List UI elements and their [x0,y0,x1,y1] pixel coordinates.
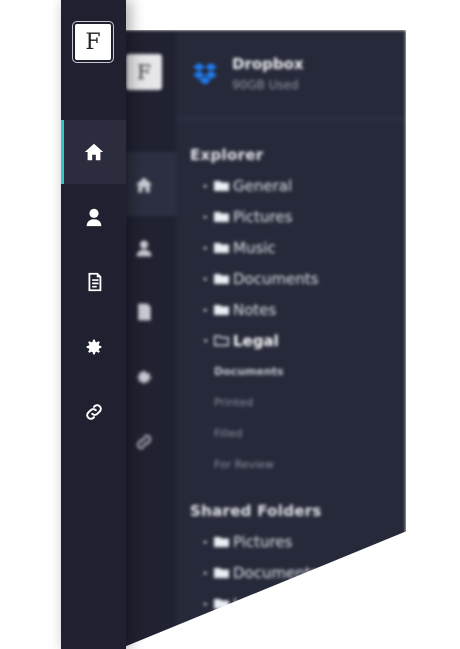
folder-icon [214,212,229,222]
open-folder-icon [214,335,229,346]
folder-item-music[interactable]: ▸ Music [190,232,406,263]
shared-folder-item-legal[interactable]: ▸ Le [190,588,406,619]
storage-header[interactable]: Dropbox 90GB Used [176,30,406,120]
folder-icon [214,305,229,315]
home-icon [84,143,103,161]
folder-icon [214,599,229,609]
folder-icon [214,243,229,253]
folder-label: Notes [233,300,277,319]
subfolder-item-for-review[interactable]: For Review [190,449,406,480]
caret-right-icon: ▸ [204,212,208,221]
folder-icon [214,537,229,547]
shared-folders-title: Shared Folders [190,502,322,520]
folder-label: Pictures [233,532,293,551]
folder-item-pictures[interactable]: ▸ Pictures [190,201,406,232]
link-icon[interactable] [130,428,158,456]
shared-folder-item-pictures[interactable]: ▸ Pictures [190,526,406,557]
rail-item-documents[interactable] [61,250,126,314]
storage-title: Dropbox [232,55,304,73]
subfolder-item-filled[interactable]: Filled [190,418,406,449]
folder-icon [214,274,229,284]
app-logo-letter: F [85,29,101,55]
back-logo: F [126,54,162,90]
folder-icon [214,568,229,578]
folder-label: Pictures [233,207,293,226]
icon-rail: F [61,0,126,649]
folder-label: Documents [233,563,319,582]
document-icon[interactable] [130,298,158,326]
document-icon [88,272,101,292]
explorer-title: Explorer [190,146,264,164]
gear-icon [86,339,101,355]
folder-label: Documents [233,269,319,288]
rail-item-home[interactable] [61,120,126,184]
folder-item-general[interactable]: ▸ General [190,170,406,201]
user-icon [86,208,101,227]
rail-item-settings[interactable] [61,315,126,379]
rail-item-links[interactable] [61,380,126,444]
user-icon[interactable] [130,234,158,262]
subfolder-item-documents[interactable]: Documents [190,356,406,387]
back-logo-letter: F [137,60,151,84]
folder-item-notes[interactable]: ▸ Notes [190,294,406,325]
folder-label: Music [233,238,276,257]
caret-right-icon: ▸ [204,568,208,577]
explorer-panel: F Dropbox 90GB Used Explorer ▸ General ▸… [80,30,406,649]
caret-down-icon: ▾ [204,336,208,345]
folder-item-documents[interactable]: ▸ Documents [190,263,406,294]
home-icon[interactable] [130,171,158,199]
caret-right-icon: ▸ [204,243,208,252]
caret-right-icon: ▸ [204,537,208,546]
caret-right-icon: ▸ [204,305,208,314]
shared-folder-item-documents[interactable]: ▸ Documents [190,557,406,588]
caret-right-icon: ▸ [204,599,208,608]
folder-label: General [233,176,293,195]
caret-right-icon: ▸ [204,181,208,190]
folder-label: Le [233,594,251,613]
folder-icon [214,181,229,191]
link-icon [85,404,102,420]
app-logo[interactable]: F [72,21,114,63]
folder-tree: Explorer ▸ General ▸ Pictures ▸ Music ▸ … [190,140,406,619]
gear-icon[interactable] [130,364,158,392]
dropbox-icon [193,63,217,85]
rail-item-profile[interactable] [61,185,126,249]
folder-label: Legal [233,331,279,350]
folder-item-legal[interactable]: ▾ Legal [190,325,406,356]
subfolder-item-printed[interactable]: Printed [190,387,406,418]
caret-right-icon: ▸ [204,274,208,283]
storage-usage: 90GB Used [232,78,299,92]
